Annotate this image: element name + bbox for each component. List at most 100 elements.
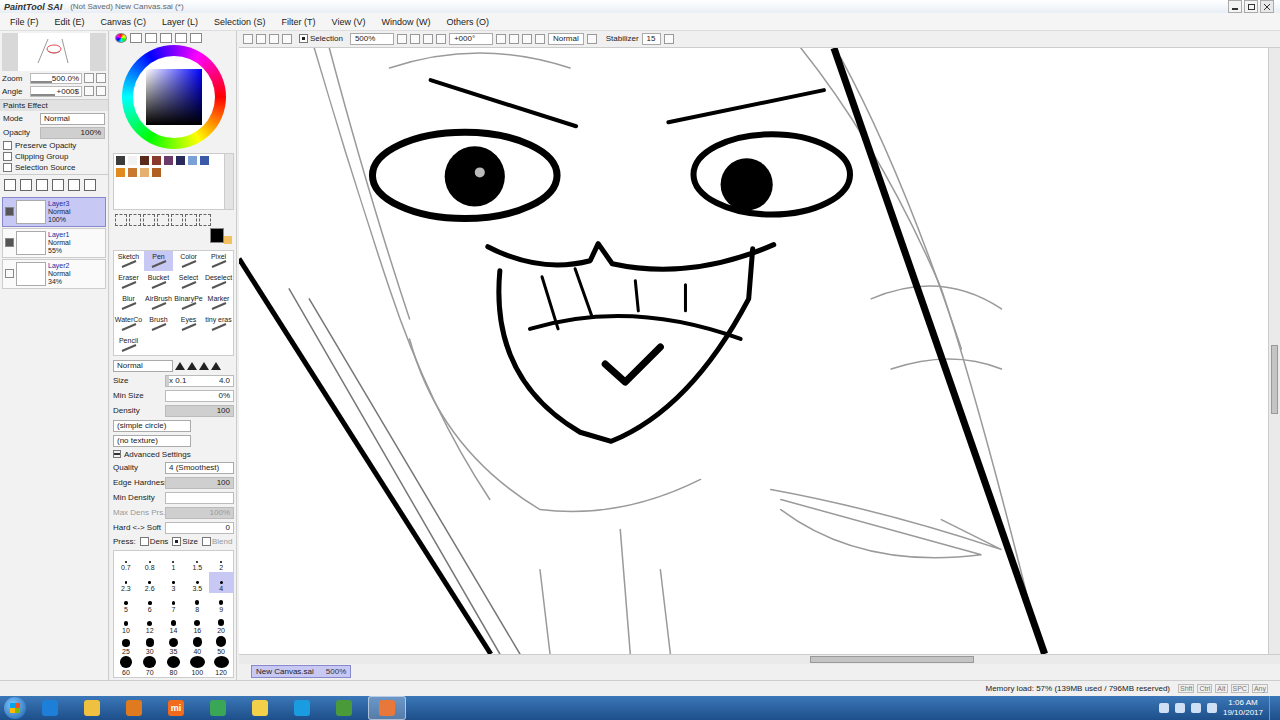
rotate-icon[interactable] [535,34,545,44]
zoom-icon[interactable] [436,34,446,44]
menu-item[interactable]: Filter (T) [274,17,324,27]
navigator[interactable] [2,33,106,71]
brush-size[interactable]: 9 [209,593,233,614]
current-color[interactable] [210,228,232,246]
menu-item[interactable]: Window (W) [373,17,438,27]
pressure-option[interactable]: Size [172,537,198,546]
brush-size[interactable]: 1 [162,551,186,572]
brush-tool[interactable]: tiny eras [204,314,233,334]
brush-slider[interactable]: Density100 [113,405,234,417]
visibility-icon[interactable] [5,238,14,247]
taskbar-app[interactable] [74,697,110,719]
selection-tool-icon[interactable] [115,214,127,226]
brush-texture-dropdown[interactable]: (no texture) [113,435,191,447]
brush-size[interactable]: 70 [138,656,162,677]
layer-action-icon[interactable] [20,179,32,191]
color-swatch[interactable] [116,168,125,177]
advanced-slider[interactable]: Min Density [113,492,234,504]
brush-tool[interactable]: Sketch [114,251,143,271]
selection-tool-icon[interactable] [199,214,211,226]
color-swatch[interactable] [116,156,125,165]
brush-shape-icon[interactable] [175,362,185,370]
menu-item[interactable]: View (V) [324,17,374,27]
angle-field[interactable]: +000° [449,33,493,45]
taskbar-app[interactable] [326,697,362,719]
taskbar-app[interactable] [242,697,278,719]
color-swatch[interactable] [140,168,149,177]
brush-size[interactable]: 50 [209,635,233,656]
pressure-option[interactable]: Blend [202,537,232,546]
color-swatch[interactable] [152,156,161,165]
selection-action-icon[interactable] [269,34,279,44]
brush-tool[interactable]: BinaryPe [174,293,203,313]
taskbar-app[interactable] [200,697,236,719]
tray-icon[interactable] [1175,703,1185,713]
taskbar-app[interactable] [116,697,152,719]
zoom-icon[interactable] [423,34,433,44]
brush-size[interactable]: 8 [185,593,209,614]
brush-size[interactable]: 6 [138,593,162,614]
color-swatch[interactable] [200,156,209,165]
brush-size[interactable]: 25 [114,635,138,656]
brush-tool[interactable]: Brush [144,314,173,334]
taskbar-app[interactable] [284,697,320,719]
color-swatch[interactable] [128,168,137,177]
brush-size[interactable]: 35 [162,635,186,656]
brush-size[interactable]: 0.8 [138,551,162,572]
brush-tool[interactable]: Eyes [174,314,203,334]
advanced-slider[interactable]: Edge Hardness100 [113,477,234,489]
visibility-icon[interactable] [5,269,14,278]
brush-size[interactable]: 3.5 [185,572,209,593]
brush-size[interactable]: 60 [114,656,138,677]
horizontal-scrollbar[interactable] [239,654,1280,664]
color-mode-icon[interactable] [160,33,172,43]
close-icon[interactable] [1260,0,1274,13]
dropdown-icon[interactable] [664,34,674,44]
rotate-icon[interactable] [509,34,519,44]
rotate-right-icon[interactable] [96,86,106,96]
brush-size[interactable]: 3 [162,572,186,593]
layer-row[interactable]: Layer1Normal55% [2,228,106,258]
brush-tool[interactable]: Pen [144,251,173,271]
show-desktop-button[interactable] [1269,696,1280,720]
advanced-slider[interactable]: Hard <-> Soft0 [113,522,234,534]
layer-action-icon[interactable] [4,179,16,191]
color-swatch[interactable] [128,156,137,165]
brush-shape-icon[interactable] [199,362,209,370]
zoom-icon[interactable] [410,34,420,44]
brush-tool[interactable]: Bucket [144,272,173,292]
brush-tool[interactable]: Marker [204,293,233,313]
color-mode-icon[interactable] [145,33,157,43]
canvas-tab[interactable]: New Canvas.sai500% [251,665,351,678]
brush-tool[interactable]: Color [174,251,203,271]
zoom-out-icon[interactable] [84,73,94,83]
brush-size[interactable]: 2.3 [114,572,138,593]
drawing-canvas[interactable] [239,48,1268,654]
selection-action-icon[interactable] [243,34,253,44]
layer-action-icon[interactable] [84,179,96,191]
brush-tool[interactable]: WaterCo [114,314,143,334]
stabilizer-field[interactable]: 15 [642,33,661,45]
paints-effect-header[interactable]: Paints Effect [0,99,108,111]
brush-tool[interactable]: Eraser [114,272,143,292]
view-mode-dropdown[interactable]: Normal [548,33,584,45]
tray-icon[interactable] [1207,703,1217,713]
layer-row[interactable]: Layer2Normal34% [2,259,106,289]
start-orb-icon[interactable] [4,697,26,719]
brush-shape-icon[interactable] [187,362,197,370]
vertical-scrollbar[interactable] [1268,48,1280,654]
brush-size[interactable]: 2 [209,551,233,572]
clock[interactable]: 1:06 AM19/10/2017 [1223,698,1263,718]
selection-tool-icon[interactable] [143,214,155,226]
brush-shape-dropdown[interactable]: (simple circle) [113,420,191,432]
zoom-slider[interactable]: 500.0% [30,73,82,84]
layer-row[interactable]: Layer3Normal100% [2,197,106,227]
zoom-field[interactable]: 500% [350,33,394,45]
brush-size[interactable]: 20 [209,614,233,635]
selection-toggle[interactable]: Selection [299,34,343,43]
color-wheel[interactable] [122,45,226,149]
brush-tool[interactable]: AirBrush [144,293,173,313]
brush-size[interactable]: 40 [185,635,209,656]
menu-item[interactable]: Selection (S) [206,17,274,27]
menu-item[interactable]: Others (O) [438,17,497,27]
